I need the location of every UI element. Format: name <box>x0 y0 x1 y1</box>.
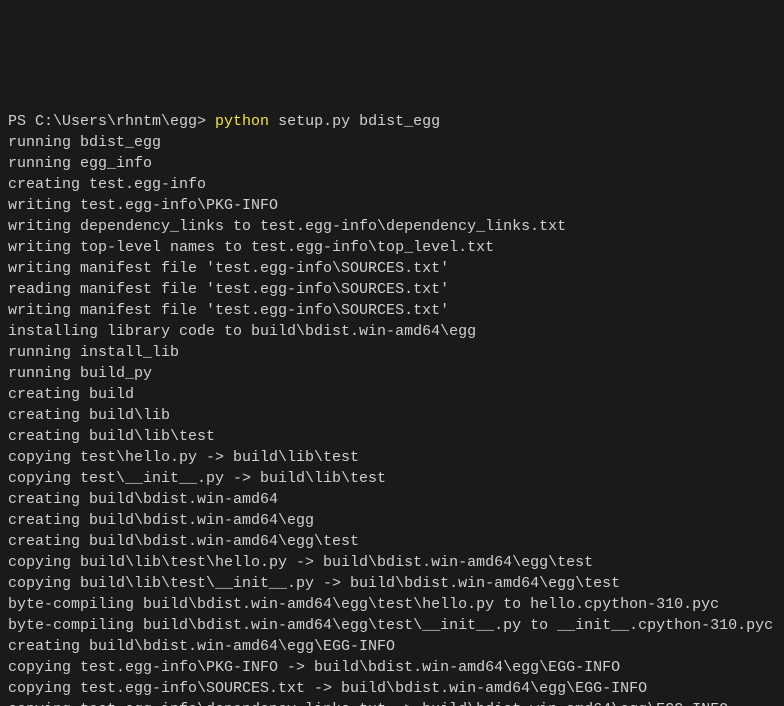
output-line: running egg_info <box>8 153 776 174</box>
output-line: byte-compiling build\bdist.win-amd64\egg… <box>8 594 776 615</box>
output-line: writing top-level names to test.egg-info… <box>8 237 776 258</box>
output-line: creating test.egg-info <box>8 174 776 195</box>
output-line: copying test.egg-info\SOURCES.txt -> bui… <box>8 678 776 699</box>
output-line: copying test.egg-info\PKG-INFO -> build\… <box>8 657 776 678</box>
terminal-window[interactable]: PS C:\Users\rhntm\egg> python setup.py b… <box>0 105 784 706</box>
output-line: running install_lib <box>8 342 776 363</box>
output-line: copying test.egg-info\dependency_links.t… <box>8 699 776 706</box>
output-line: creating build\bdist.win-amd64\egg\EGG-I… <box>8 636 776 657</box>
output-line: creating build\lib\test <box>8 426 776 447</box>
output-line: writing manifest file 'test.egg-info\SOU… <box>8 258 776 279</box>
output-line: writing test.egg-info\PKG-INFO <box>8 195 776 216</box>
command-args: setup.py bdist_egg <box>269 113 440 130</box>
output-line: running bdist_egg <box>8 132 776 153</box>
output-line: byte-compiling build\bdist.win-amd64\egg… <box>8 615 776 636</box>
shell-prompt: PS C:\Users\rhntm\egg> <box>8 113 215 130</box>
command-executable: python <box>215 113 269 130</box>
output-line: writing manifest file 'test.egg-info\SOU… <box>8 300 776 321</box>
output-line: copying test\hello.py -> build\lib\test <box>8 447 776 468</box>
output-line: creating build\bdist.win-amd64 <box>8 489 776 510</box>
output-line: reading manifest file 'test.egg-info\SOU… <box>8 279 776 300</box>
output-line: running build_py <box>8 363 776 384</box>
terminal-output: running bdist_eggrunning egg_infocreatin… <box>8 132 776 706</box>
output-line: creating build\bdist.win-amd64\egg\test <box>8 531 776 552</box>
output-line: creating build\bdist.win-amd64\egg <box>8 510 776 531</box>
output-line: writing dependency_links to test.egg-inf… <box>8 216 776 237</box>
output-line: creating build <box>8 384 776 405</box>
output-line: copying build\lib\test\hello.py -> build… <box>8 552 776 573</box>
output-line: creating build\lib <box>8 405 776 426</box>
output-line: copying test\__init__.py -> build\lib\te… <box>8 468 776 489</box>
output-line: copying build\lib\test\__init__.py -> bu… <box>8 573 776 594</box>
output-line: installing library code to build\bdist.w… <box>8 321 776 342</box>
